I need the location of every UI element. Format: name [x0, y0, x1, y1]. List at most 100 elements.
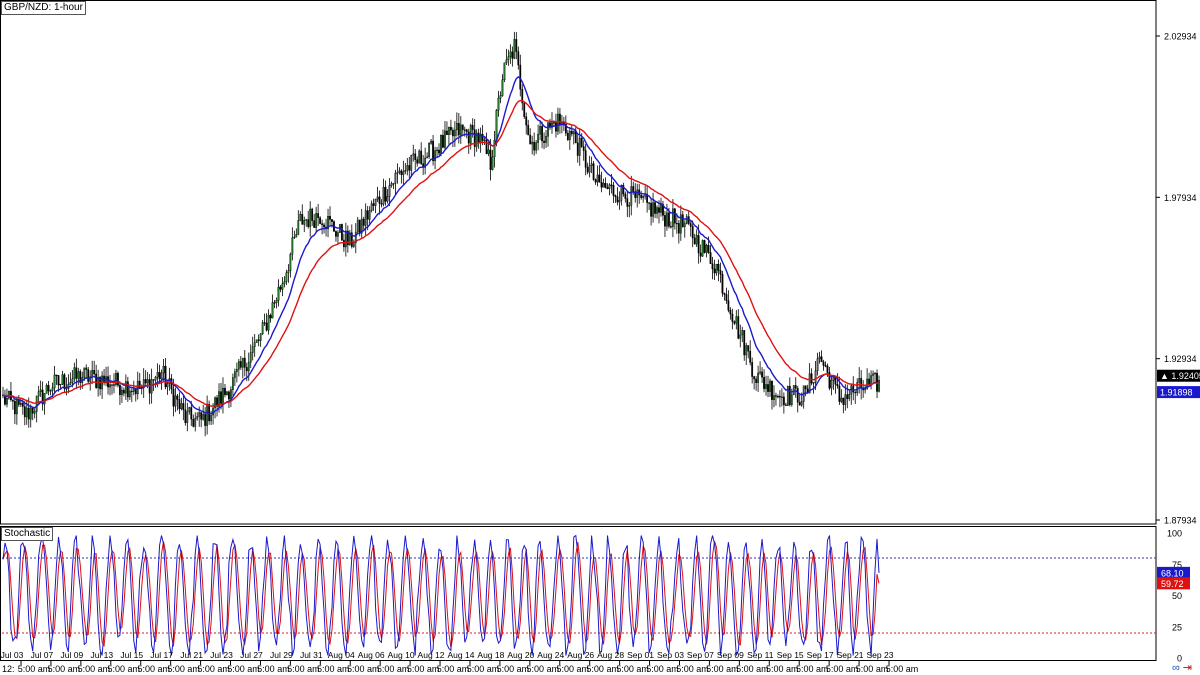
- candle-up: [568, 130, 571, 140]
- candle-up: [630, 186, 633, 206]
- candle-down: [27, 407, 30, 420]
- date-tick-label: Sep 03: [657, 650, 684, 660]
- candle-up: [507, 56, 510, 61]
- candle-up: [180, 403, 183, 410]
- candle-down: [525, 116, 528, 126]
- candle-up: [370, 203, 373, 211]
- stochastic-pane[interactable]: [2, 534, 1156, 656]
- candle-up: [61, 374, 64, 385]
- candle-up: [174, 395, 177, 407]
- candle-up: [15, 399, 18, 415]
- candle-down: [420, 150, 423, 164]
- candle-up: [315, 213, 318, 228]
- candle-down: [733, 321, 736, 324]
- candle-down: [693, 237, 696, 245]
- candle-up: [844, 394, 847, 405]
- moving-averages: [2, 75, 880, 415]
- candle-up: [71, 378, 74, 383]
- candle-up: [283, 281, 286, 284]
- candle-up: [291, 237, 294, 255]
- candle-up: [870, 375, 872, 385]
- candle-down: [119, 385, 121, 396]
- candle-up: [444, 130, 446, 148]
- candle-up: [428, 143, 431, 158]
- candle-up: [660, 204, 662, 213]
- time-tick-label: 5:00 am: [766, 664, 799, 674]
- candle-down: [331, 219, 333, 222]
- candle-up: [812, 382, 815, 384]
- arrow-in-icon[interactable]: ⇥: [1183, 662, 1192, 674]
- candle-up: [35, 395, 38, 412]
- price-pane[interactable]: [2, 31, 880, 437]
- corner-icons[interactable]: ∞ ⇥: [1169, 661, 1192, 674]
- candle-down: [239, 361, 242, 368]
- time-tick-label: 5:00 am: [167, 664, 200, 674]
- time-tick-label: 5:00 am: [646, 664, 679, 674]
- candle-up: [396, 172, 399, 174]
- candle-down: [13, 401, 16, 415]
- candle-down: [366, 210, 369, 220]
- candle-down: [321, 223, 323, 226]
- candle-up: [132, 388, 135, 392]
- link-icon[interactable]: ∞: [1172, 662, 1180, 674]
- candle-down: [416, 159, 419, 164]
- candle-up: [392, 183, 395, 185]
- candle-down: [467, 131, 470, 144]
- date-tick-label: Sep 01: [627, 650, 654, 660]
- candle-up: [572, 130, 575, 135]
- forex-chart[interactable]: 2.02934 1.97934 1.92934 1.87934 ▲ 1.92405 1.9…: [0, 0, 1200, 675]
- candle-up: [547, 122, 549, 137]
- date-tick-label: Sep 15: [777, 650, 804, 660]
- date-tick-label: Jul 13: [90, 650, 113, 660]
- candle-down: [689, 223, 692, 227]
- candle-up: [818, 356, 821, 359]
- candle-down: [723, 292, 726, 295]
- candle-down: [144, 379, 147, 384]
- candle-down: [677, 223, 680, 234]
- candle-up: [430, 140, 432, 144]
- candle-up: [6, 397, 8, 405]
- candle-up: [376, 196, 379, 200]
- candle-up: [51, 387, 54, 391]
- candle-up: [666, 212, 668, 227]
- candle-down: [85, 367, 88, 370]
- candle-down: [719, 270, 722, 275]
- candle-up: [251, 346, 254, 353]
- candle-down: [826, 365, 829, 373]
- candle-down: [477, 132, 480, 143]
- candle-up: [455, 123, 458, 131]
- candle-down: [184, 409, 187, 423]
- candle-down: [23, 406, 26, 418]
- candle-down: [767, 384, 769, 392]
- candle-up: [65, 388, 68, 390]
- time-tick-label: 5:00 am: [287, 664, 320, 674]
- date-tick-label: Aug 24: [537, 650, 564, 660]
- candle-down: [763, 377, 765, 389]
- candle-down: [650, 203, 652, 217]
- candle-down: [517, 51, 520, 66]
- candle-up: [364, 210, 367, 226]
- candle-up: [253, 342, 256, 347]
- candle-down: [691, 226, 694, 239]
- candle-down: [164, 365, 167, 388]
- candle-down: [804, 385, 807, 390]
- candle-down: [594, 179, 597, 183]
- candle-up: [406, 165, 409, 171]
- candle-up: [509, 51, 512, 58]
- stoch-tick-label: 50: [1172, 591, 1182, 601]
- candle-up: [73, 367, 76, 380]
- candle-down: [610, 184, 613, 186]
- time-start-label: 12:: [2, 664, 15, 674]
- candle-up: [759, 371, 761, 374]
- candle-down: [21, 402, 24, 407]
- date-tick-label: Aug 20: [507, 650, 534, 660]
- candle-up: [814, 370, 817, 383]
- candle-up: [642, 196, 645, 198]
- candle-down: [703, 240, 706, 253]
- candle-up: [608, 184, 611, 189]
- candle-up: [235, 369, 238, 372]
- candle-up: [790, 394, 793, 405]
- candle-down: [323, 224, 325, 228]
- date-tick-label: Aug 14: [447, 650, 474, 660]
- candle-up: [816, 358, 819, 371]
